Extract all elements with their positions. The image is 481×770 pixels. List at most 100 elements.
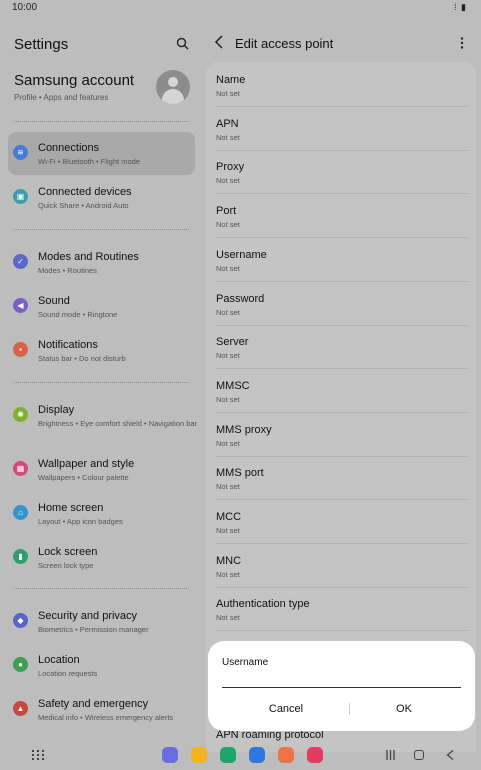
dock-app-chat-icon[interactable] (249, 747, 265, 763)
sidebar-item-label: Display (38, 404, 75, 416)
sidebar-item-security-and-privacy[interactable]: ◆ Security and privacy Biometrics • Permis… (8, 600, 195, 643)
apps-grid-icon[interactable] (32, 750, 44, 760)
field-value: Not set (216, 351, 240, 361)
dock-app-files-icon[interactable] (191, 747, 207, 763)
sidebar-item-connections[interactable]: ≋ Connections Wi-Fi • Bluetooth • Flight m… (8, 132, 195, 175)
field-name[interactable]: Name Not set (216, 64, 468, 107)
section-divider (14, 121, 189, 122)
field-value: Not set (216, 526, 240, 535)
home-icon[interactable] (414, 750, 424, 760)
dock-app-video-icon[interactable] (307, 747, 323, 763)
sidebar-item-label: Safety and emergency (38, 698, 149, 710)
section-divider (14, 229, 189, 230)
sidebar-item-sound[interactable]: ◀ Sound Sound mode • Ringtone (8, 285, 195, 328)
dock-app-bixby-icon[interactable] (278, 747, 294, 763)
display-icon: ✺ (13, 407, 28, 422)
sidebar-item-notifications[interactable]: ▪ Notifications Status bar • Do not distur… (8, 329, 195, 372)
field-username[interactable]: Username Not set (216, 239, 468, 282)
sidebar-item-sub: Location requests (38, 669, 98, 678)
field-label: MMS port (216, 467, 264, 480)
field-label: Name (216, 74, 246, 86)
field-label: Server (216, 336, 249, 349)
field-mmsc[interactable]: MMSC Not set (216, 370, 468, 413)
account-sub: Profile • Apps and features (14, 93, 109, 102)
location-icon: ● (13, 657, 28, 672)
field-label: Authentication type (216, 598, 310, 611)
lock-icon: ▮ (13, 549, 28, 564)
field-mcc[interactable]: MCC Not set (216, 501, 468, 544)
account-name: Samsung account (14, 72, 135, 89)
sidebar-item-safety-and-emergency[interactable]: ▲ Safety and emergency Medical info • Wire… (8, 688, 195, 731)
field-value: Not set (216, 176, 240, 186)
detail-header: Edit access point (208, 22, 476, 62)
field-authentication-type[interactable]: Authentication type Not set (216, 588, 468, 632)
field-mms-port[interactable]: MMS port Not set (216, 457, 468, 501)
cancel-button[interactable]: Cancel (227, 697, 345, 721)
sidebar-item-wallpaper-and-style[interactable]: ▦ Wallpaper and style Wallpapers • Colour … (8, 448, 195, 491)
samsung-account[interactable]: Samsung account Profile • Apps and featu… (14, 72, 134, 102)
wifi-icon: ≋ (13, 145, 28, 160)
field-port[interactable]: Port Not set (216, 195, 468, 239)
sidebar-item-sub: Biometrics • Permission manager (38, 625, 149, 634)
sidebar-item-sub: Modes • Routines (38, 266, 97, 275)
sidebar-item-sub: Brightness • Eye comfort shield • Naviga… (38, 419, 198, 428)
sidebar-item-modes-and-routines[interactable]: ✓ Modes and Routines Modes • Routines (8, 241, 195, 284)
detail-title: Edit access point (235, 36, 334, 51)
username-dialog: Username Cancel OK (208, 641, 475, 731)
field-password[interactable]: Password Not set (216, 283, 468, 326)
sidebar-item-sub: Screen lock type (38, 561, 94, 570)
field-label: MMSC (216, 379, 250, 392)
sidebar-item-location[interactable]: ● Location Location requests (8, 644, 195, 687)
emergency-icon: ▲ (13, 701, 28, 716)
field-label: APN (216, 117, 239, 130)
ok-button[interactable]: OK (345, 697, 463, 721)
dock-app-messages-icon[interactable] (162, 747, 178, 763)
nav-back-icon[interactable] (446, 750, 454, 760)
field-label: MNC (216, 554, 242, 567)
field-label: Proxy (216, 161, 245, 174)
field-mnc[interactable]: MNC Not set (216, 545, 468, 588)
sidebar-item-label: Modes and Routines (38, 251, 139, 263)
sidebar-item-label: Lock screen (38, 546, 98, 558)
sidebar-item-connected-devices[interactable]: ▣ Connected devices Quick Share • Android … (8, 176, 195, 219)
recents-icon[interactable] (386, 750, 395, 760)
field-value: Not set (216, 438, 240, 448)
dock-app-phone-icon[interactable] (220, 747, 236, 763)
field-label: MCC (216, 511, 242, 523)
field-label: Port (216, 205, 237, 218)
field-label: Username (216, 248, 267, 261)
sidebar-item-sub: Sound mode • Ringtone (38, 310, 118, 319)
sidebar-item-display[interactable]: ✺ Display Brightness • Eye comfort shield … (8, 394, 198, 437)
sidebar-item-sub: Status bar • Do not disturb (38, 354, 126, 363)
shield-icon: ◆ (13, 613, 28, 628)
sidebar-item-lock-screen[interactable]: ▮ Lock screen Screen lock type (8, 536, 195, 579)
field-proxy[interactable]: Proxy Not set (216, 151, 468, 195)
sidebar-item-home-screen[interactable]: ⌂ Home screen Layout • App icon badges (8, 492, 195, 535)
field-value: Not set (216, 89, 240, 98)
sidebar-item-label: Connections (38, 142, 100, 154)
field-server[interactable]: Server Not set (216, 326, 468, 370)
more-options-icon[interactable] (460, 37, 464, 49)
wallpaper-icon: ▦ (13, 461, 28, 476)
field-apn[interactable]: APN Not set (216, 108, 468, 151)
search-icon[interactable] (176, 37, 189, 50)
field-value: Not set (216, 263, 240, 273)
avatar[interactable] (156, 70, 190, 104)
sidebar-item-label: Connected devices (38, 186, 132, 198)
sidebar-item-sub: Wallpapers • Colour palette (38, 473, 129, 482)
field-value: Not set (216, 394, 240, 404)
devices-icon: ▣ (13, 189, 28, 204)
sidebar-item-sub: Wi-Fi • Bluetooth • Flight mode (38, 157, 140, 166)
sidebar-item-sub: Quick Share • Android Auto (38, 201, 129, 210)
sidebar-item-label: Sound (38, 295, 70, 307)
field-mms-proxy[interactable]: MMS proxy Not set (216, 414, 468, 457)
navigation-bar (0, 742, 481, 770)
section-divider (14, 588, 189, 589)
field-value: Not set (216, 482, 240, 492)
sidebar-item-label: Notifications (38, 339, 98, 351)
username-input[interactable] (222, 674, 461, 688)
sidebar-item-label: Location (38, 654, 80, 666)
section-divider (14, 382, 189, 383)
back-arrow-icon[interactable] (214, 35, 224, 49)
status-time: 10:00 (12, 2, 38, 13)
